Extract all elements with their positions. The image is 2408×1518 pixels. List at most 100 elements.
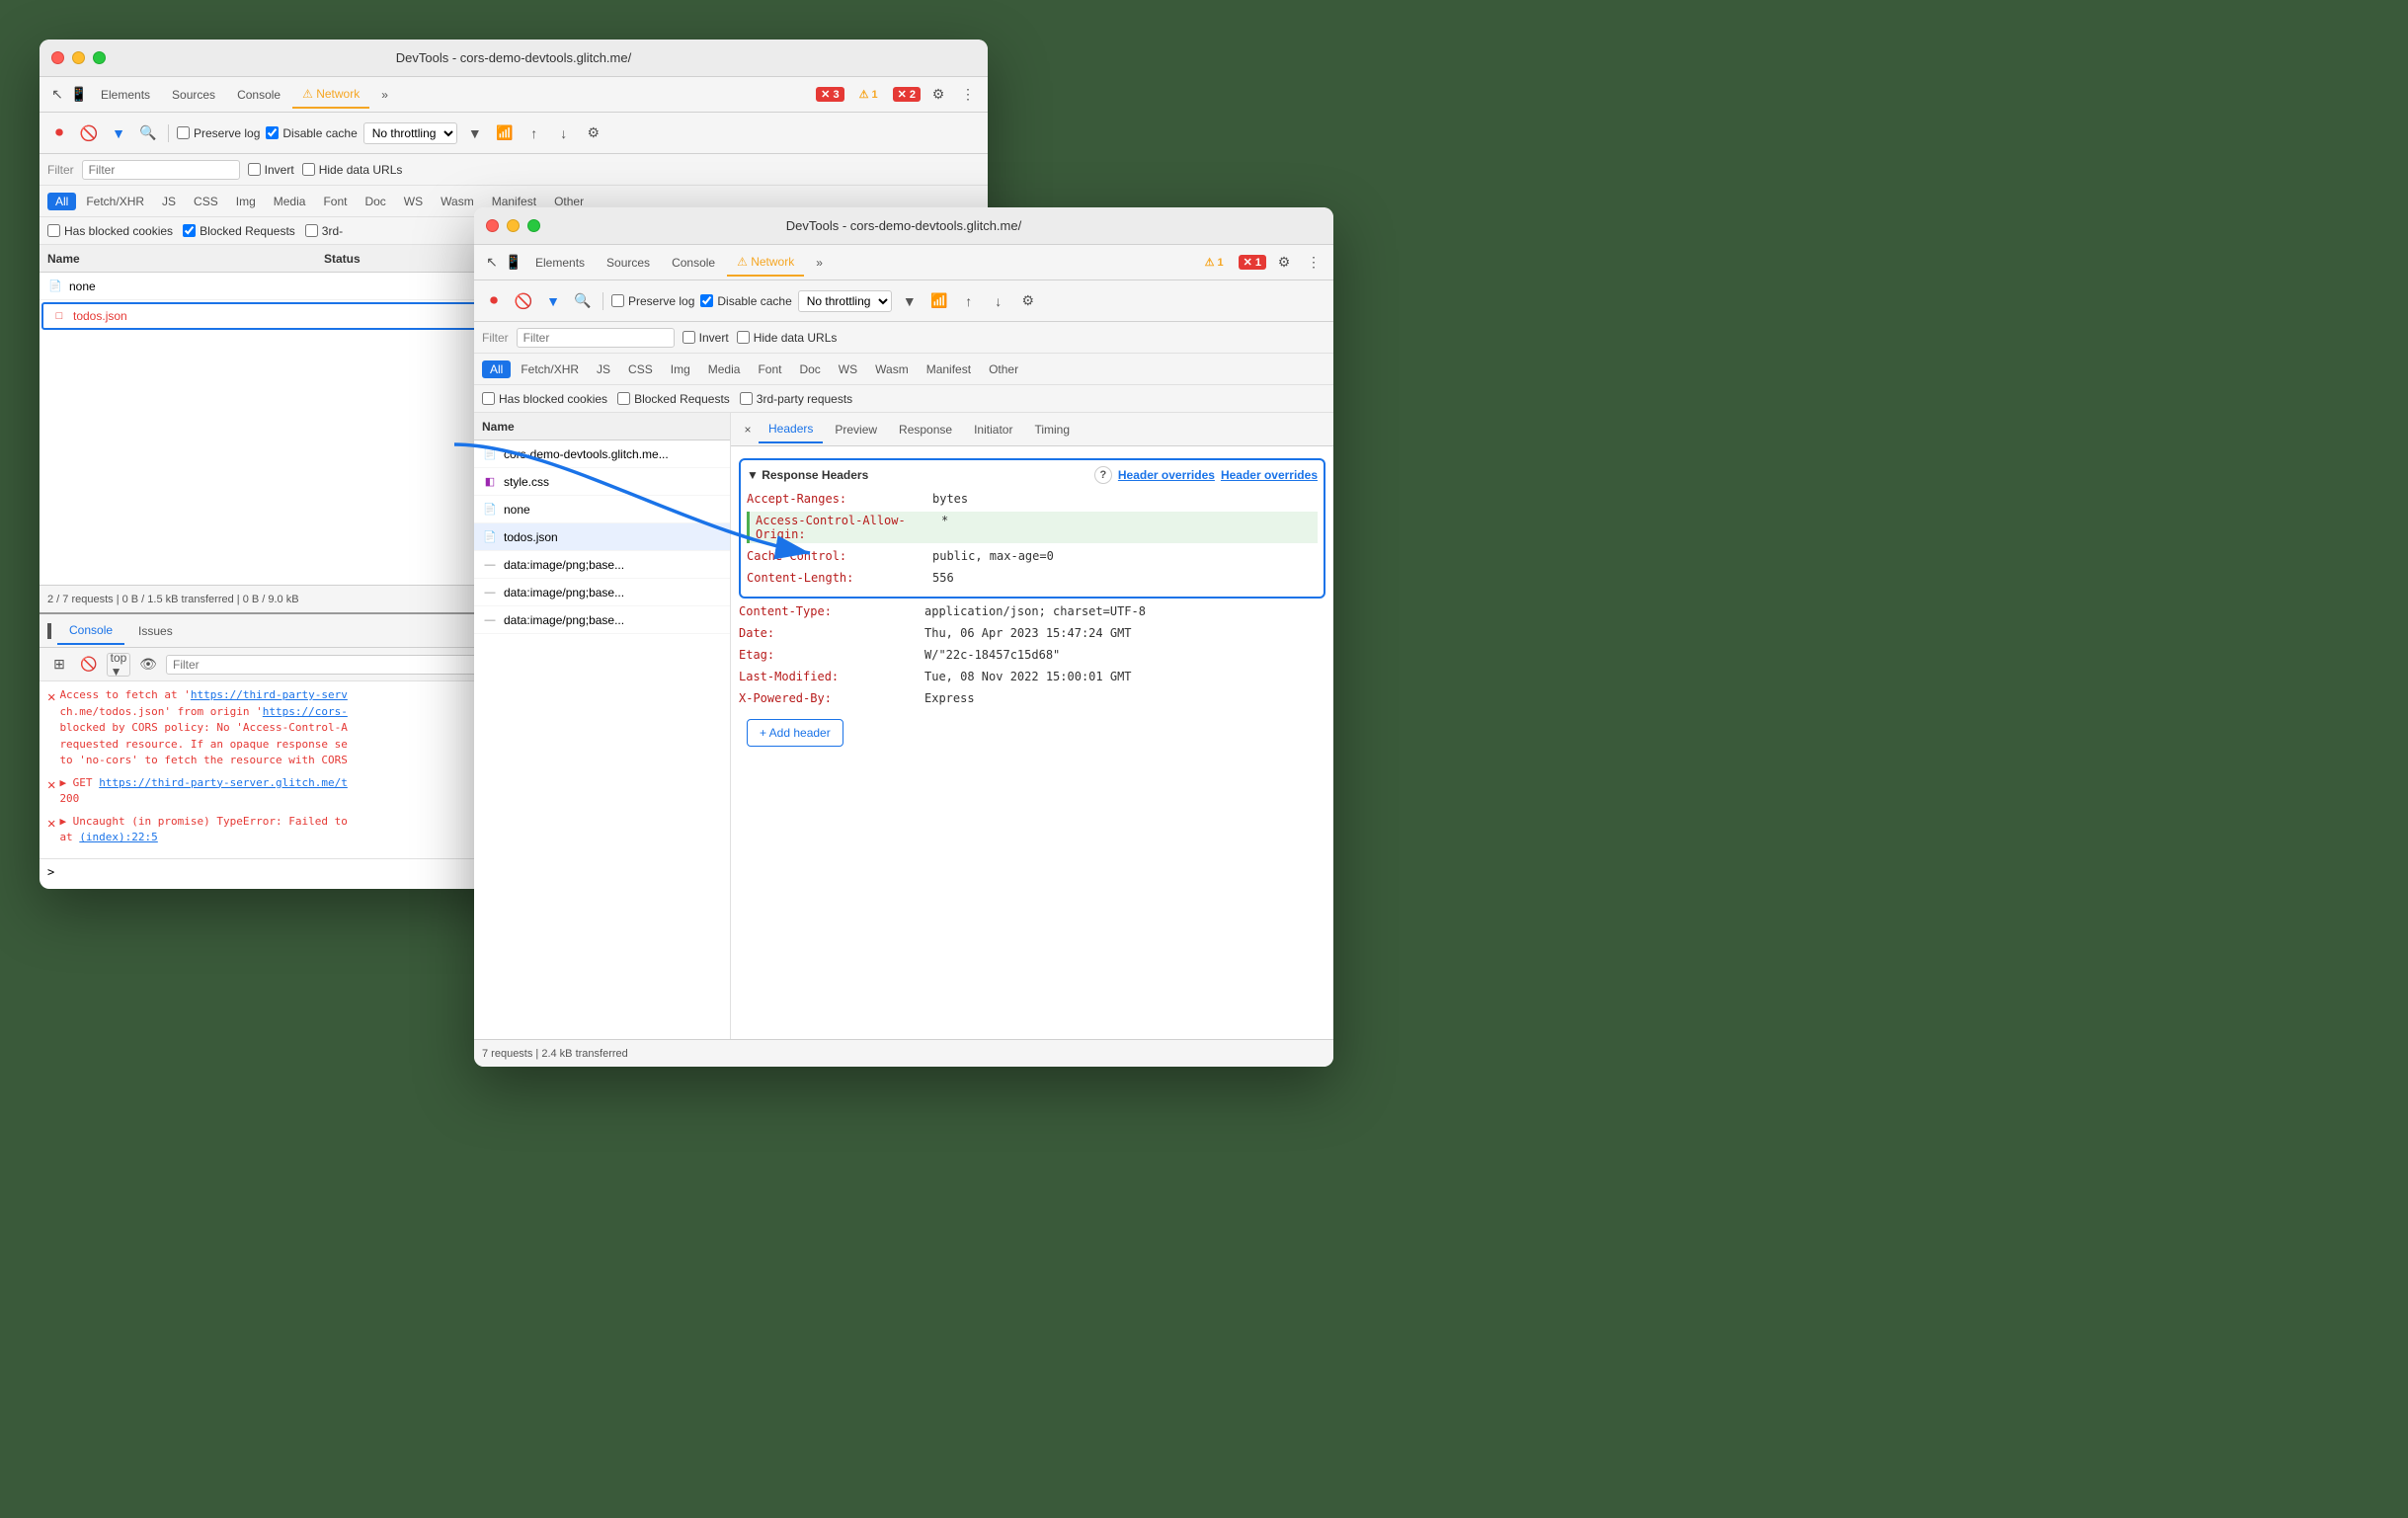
- resource-tab-ws-2[interactable]: WS: [831, 360, 865, 378]
- disable-cache-checkbox-1[interactable]: [266, 126, 279, 139]
- cursor-icon-2[interactable]: ↖: [482, 253, 502, 273]
- index-link-1[interactable]: (index):22:5: [79, 831, 157, 843]
- wifi-icon-1[interactable]: 📶: [493, 121, 517, 145]
- maximize-button-1[interactable]: [93, 51, 106, 64]
- resource-tab-manifest-2[interactable]: Manifest: [919, 360, 979, 378]
- blocked-cookies-checkbox-1[interactable]: [47, 224, 60, 237]
- resource-tab-doc-2[interactable]: Doc: [791, 360, 828, 378]
- file-row-style-css[interactable]: ◧ style.css: [474, 468, 730, 496]
- invert-checkbox-1[interactable]: [248, 163, 261, 176]
- close-button-1[interactable]: [51, 51, 64, 64]
- throttling-select-1[interactable]: No throttling: [363, 122, 457, 144]
- cursor-icon-1[interactable]: ↖: [47, 85, 67, 105]
- tab-console-1[interactable]: Console: [227, 82, 290, 108]
- download-icon-2[interactable]: ↓: [987, 289, 1010, 313]
- filter-input-2[interactable]: [517, 328, 675, 348]
- third-party-checkbox-1[interactable]: [305, 224, 318, 237]
- cors-link-2[interactable]: https://cors-: [263, 705, 348, 718]
- resource-tab-font-2[interactable]: Font: [750, 360, 789, 378]
- detail-tab-timing[interactable]: Timing: [1024, 417, 1080, 442]
- header-overrides-link[interactable]: Header overrides: [1118, 468, 1215, 482]
- add-header-button[interactable]: + Add header: [747, 719, 843, 747]
- clear-icon-2[interactable]: 🚫: [512, 289, 535, 313]
- resource-tab-all-1[interactable]: All: [47, 193, 76, 210]
- throttle-down-icon-1[interactable]: ▼: [463, 121, 487, 145]
- detail-close-button[interactable]: ×: [739, 421, 757, 439]
- resource-tab-all-2[interactable]: All: [482, 360, 511, 378]
- get-link-1[interactable]: https://third-party-server.glitch.me/t: [99, 776, 348, 789]
- resource-tab-fetch-1[interactable]: Fetch/XHR: [78, 193, 152, 210]
- filter-icon-2[interactable]: ▼: [541, 289, 565, 313]
- console-tab-issues-1[interactable]: Issues: [126, 618, 185, 644]
- resource-tab-fetch-2[interactable]: Fetch/XHR: [513, 360, 587, 378]
- tab-sources-1[interactable]: Sources: [162, 82, 225, 108]
- resource-tab-media-2[interactable]: Media: [700, 360, 749, 378]
- phone-icon-2[interactable]: 📱: [504, 253, 523, 273]
- file-row-none[interactable]: 📄 none: [474, 496, 730, 523]
- throttle-down-icon-2[interactable]: ▼: [898, 289, 922, 313]
- network-gear-icon-2[interactable]: [1016, 289, 1040, 313]
- throttling-select-2[interactable]: No throttling: [798, 290, 892, 312]
- third-party-checkbox-2[interactable]: [740, 392, 753, 405]
- tab-console-2[interactable]: Console: [662, 250, 725, 276]
- file-row-img-2[interactable]: — data:image/png;base...: [474, 579, 730, 606]
- tab-network-2[interactable]: ⚠ Network: [727, 249, 804, 277]
- tab-network-1[interactable]: ⚠ Network: [292, 81, 369, 109]
- settings-icon-1[interactable]: [926, 83, 950, 107]
- more-icon-2[interactable]: [1302, 251, 1325, 275]
- blocked-requests-checkbox-2[interactable]: [617, 392, 630, 405]
- header-overrides-text[interactable]: Header overrides: [1221, 468, 1318, 482]
- upload-icon-2[interactable]: ↑: [957, 289, 981, 313]
- resource-tab-css-1[interactable]: CSS: [186, 193, 226, 210]
- resource-tab-ws-1[interactable]: WS: [396, 193, 431, 210]
- resource-tab-js-1[interactable]: JS: [154, 193, 184, 210]
- hide-data-urls-checkbox-1[interactable]: [302, 163, 315, 176]
- tab-sources-2[interactable]: Sources: [597, 250, 660, 276]
- resource-tab-wasm-2[interactable]: Wasm: [867, 360, 917, 378]
- resource-tab-media-1[interactable]: Media: [266, 193, 314, 210]
- clear-icon-1[interactable]: 🚫: [77, 121, 101, 145]
- stop-recording-icon-2[interactable]: ⏺: [482, 289, 506, 313]
- invert-checkbox-2[interactable]: [682, 331, 695, 344]
- more-icon-1[interactable]: [956, 83, 980, 107]
- download-icon-1[interactable]: ↓: [552, 121, 576, 145]
- tab-elements-2[interactable]: Elements: [525, 250, 595, 276]
- resource-tab-js-2[interactable]: JS: [589, 360, 618, 378]
- preserve-log-checkbox-2[interactable]: [611, 294, 624, 307]
- detail-tab-response[interactable]: Response: [889, 417, 962, 442]
- hide-data-urls-checkbox-2[interactable]: [737, 331, 750, 344]
- help-icon[interactable]: ?: [1094, 466, 1112, 484]
- console-eye-icon-1[interactable]: 👁: [136, 653, 160, 677]
- tab-elements-1[interactable]: Elements: [91, 82, 160, 108]
- blocked-cookies-checkbox-3[interactable]: [482, 392, 495, 405]
- detail-tab-headers[interactable]: Headers: [759, 416, 823, 443]
- file-row-todos-json[interactable]: 📄 todos.json: [474, 523, 730, 551]
- resource-tab-doc-1[interactable]: Doc: [357, 193, 393, 210]
- resource-tab-font-1[interactable]: Font: [315, 193, 355, 210]
- resource-tab-img-1[interactable]: Img: [228, 193, 264, 210]
- resource-tab-css-2[interactable]: CSS: [620, 360, 661, 378]
- console-context-select-1[interactable]: top ▼: [107, 653, 130, 677]
- filter-icon-1[interactable]: ▼: [107, 121, 130, 145]
- stop-recording-icon-1[interactable]: ⏺: [47, 121, 71, 145]
- console-sidebar-icon-1[interactable]: ⊞: [47, 653, 71, 677]
- close-button-2[interactable]: [486, 219, 499, 232]
- upload-icon-1[interactable]: ↑: [522, 121, 546, 145]
- search-icon-2[interactable]: 🔍: [571, 289, 595, 313]
- preserve-log-checkbox-1[interactable]: [177, 126, 190, 139]
- console-ban-icon-1[interactable]: 🚫: [77, 653, 101, 677]
- settings-icon-2[interactable]: [1272, 251, 1296, 275]
- detail-tab-preview[interactable]: Preview: [825, 417, 887, 442]
- search-icon-1[interactable]: 🔍: [136, 121, 160, 145]
- minimize-button-1[interactable]: [72, 51, 85, 64]
- console-tab-console-1[interactable]: Console: [57, 617, 124, 645]
- filter-input-1[interactable]: [82, 160, 240, 180]
- network-gear-icon-1[interactable]: [582, 121, 605, 145]
- disable-cache-checkbox-2[interactable]: [700, 294, 713, 307]
- file-row-img-1[interactable]: — data:image/png;base...: [474, 551, 730, 579]
- minimize-button-2[interactable]: [507, 219, 520, 232]
- resource-tab-other-2[interactable]: Other: [981, 360, 1026, 378]
- detail-tab-initiator[interactable]: Initiator: [964, 417, 1022, 442]
- phone-icon-1[interactable]: 📱: [69, 85, 89, 105]
- maximize-button-2[interactable]: [527, 219, 540, 232]
